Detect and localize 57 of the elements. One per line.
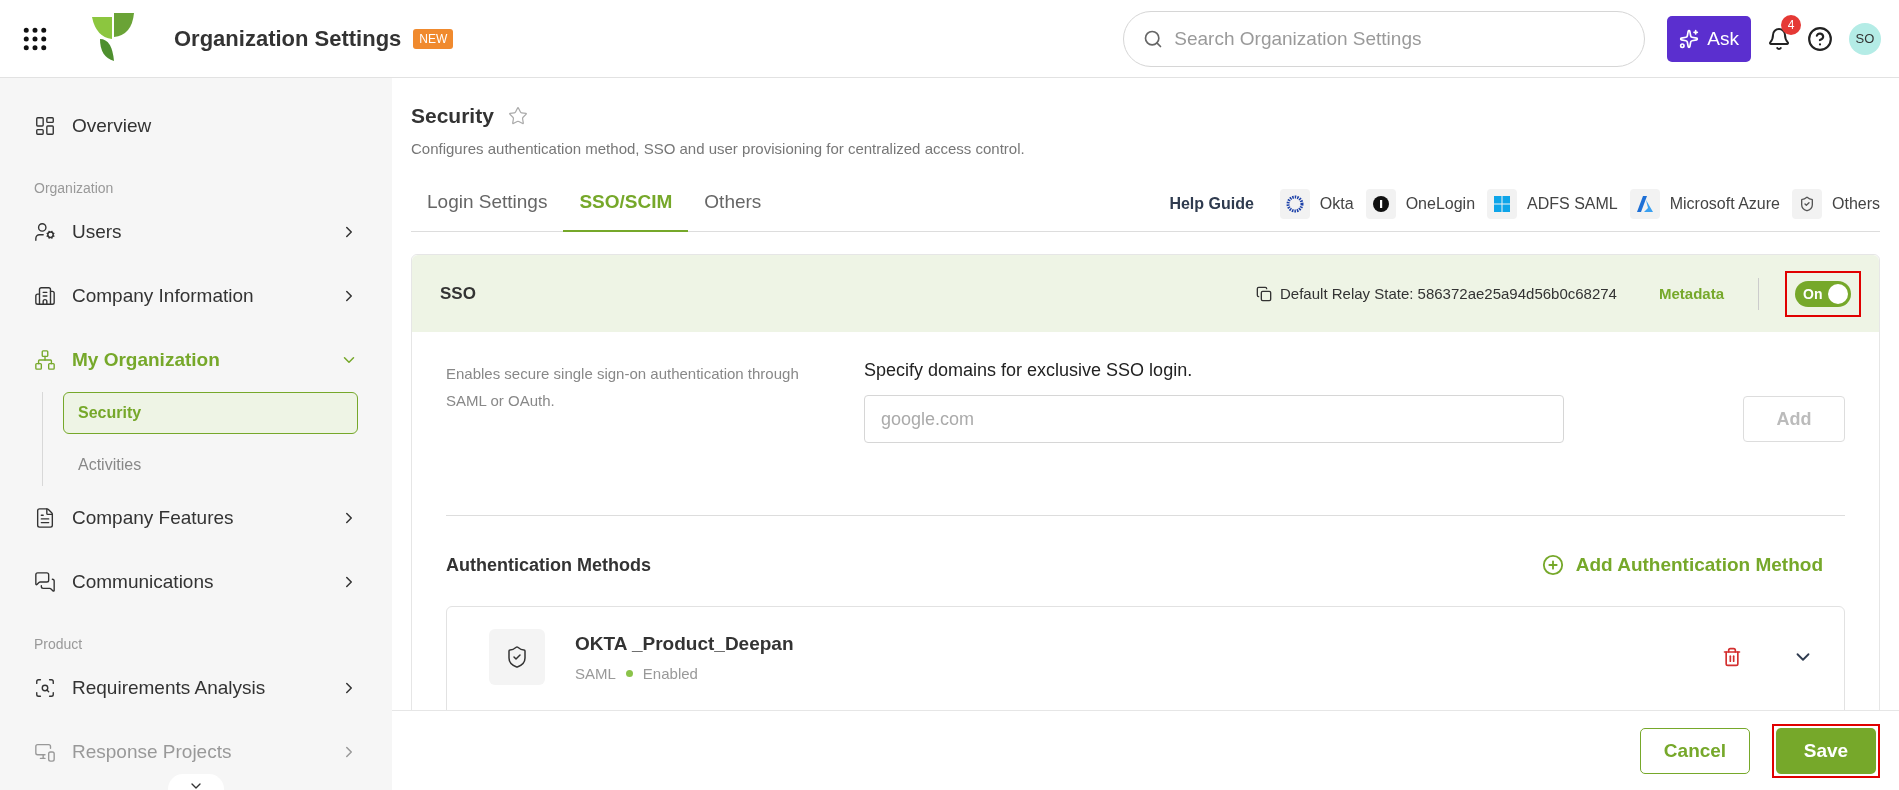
help-icon: [1807, 25, 1833, 52]
user-avatar[interactable]: SO: [1849, 22, 1881, 55]
page-description: Configures authentication method, SSO and user provisioning for centralized access control.: [411, 140, 1026, 157]
help-guide-label: Help Guide: [1169, 195, 1254, 213]
shield-check-icon: [1799, 196, 1815, 212]
tab[interactable]: Login Settings: [411, 177, 564, 232]
menu-item-icon: [34, 741, 56, 763]
plus-circle-icon: [1541, 554, 1564, 576]
ask-button[interactable]: Ask: [1667, 15, 1751, 62]
help-guide-link[interactable]: Others: [1792, 189, 1880, 219]
relay-state: Default Relay State: 586372ae25a94d56b0c68274: [1280, 285, 1617, 302]
menu-item-icon: [34, 285, 56, 307]
menu-item-icon: [34, 677, 56, 699]
section-title: Authentication Methods: [446, 554, 651, 576]
new-badge: NEW: [413, 28, 454, 49]
leaf-logo: [92, 12, 134, 61]
search-icon: [1143, 28, 1164, 49]
method-name: OKTA _Product_Deepan: [575, 632, 795, 655]
menu-item-icon: [34, 349, 56, 371]
help-button[interactable]: [1807, 25, 1833, 52]
sidebar-item[interactable]: Requirements Analysis: [34, 656, 358, 720]
windows-logo-icon: [1494, 196, 1511, 212]
tab[interactable]: Others: [688, 177, 778, 232]
search-field[interactable]: Search Organization Settings: [1123, 10, 1646, 67]
panel-title: SSO: [440, 283, 476, 304]
triangle-logo-icon: [1636, 196, 1653, 212]
menu-item-icon: [34, 571, 56, 593]
section-label: Product: [34, 635, 84, 654]
domains-label: Specify domains for exclusive SSO login.: [864, 360, 1194, 381]
sidebar-item[interactable]: Users: [34, 200, 358, 264]
notification-count: 4: [1781, 14, 1801, 35]
sidebar-item[interactable]: Company Information: [34, 264, 358, 328]
app-title: Organization Settings: [174, 25, 402, 52]
method-status: Enabled: [642, 664, 698, 682]
sso-description: Enables secure single sign-on authentication through SAML or OAuth.: [446, 364, 800, 411]
help-guide-link[interactable]: Okta: [1279, 189, 1354, 219]
page-title: Security: [411, 104, 494, 128]
domain-input[interactable]: google.com: [864, 395, 1564, 443]
shield-check-icon: [489, 629, 545, 685]
help-guide-link[interactable]: OneLogin: [1365, 189, 1476, 219]
section-label: Organization: [34, 179, 115, 198]
help-guide-link[interactable]: Microsoft Azure: [1629, 189, 1780, 219]
sunburst-logo-icon: [1285, 195, 1304, 213]
delete-button[interactable]: [1722, 647, 1742, 667]
sparkle-icon: [1679, 28, 1700, 49]
help-guide-link[interactable]: ADFS SAML: [1487, 189, 1618, 219]
trash-icon: [1722, 647, 1742, 667]
menu-item-icon: [34, 507, 56, 529]
method-type: SAML: [575, 664, 616, 682]
menu-item-icon: [34, 115, 56, 137]
circle-logo-icon: [1372, 196, 1389, 212]
sidebar-item[interactable]: Overview: [34, 94, 358, 158]
sidebar-item[interactable]: Company Features: [34, 486, 358, 550]
sidebar-item[interactable]: Communications: [34, 550, 358, 614]
menu-item-icon: [34, 221, 56, 243]
star-icon[interactable]: [507, 106, 528, 126]
copy-icon[interactable]: [1256, 285, 1272, 302]
